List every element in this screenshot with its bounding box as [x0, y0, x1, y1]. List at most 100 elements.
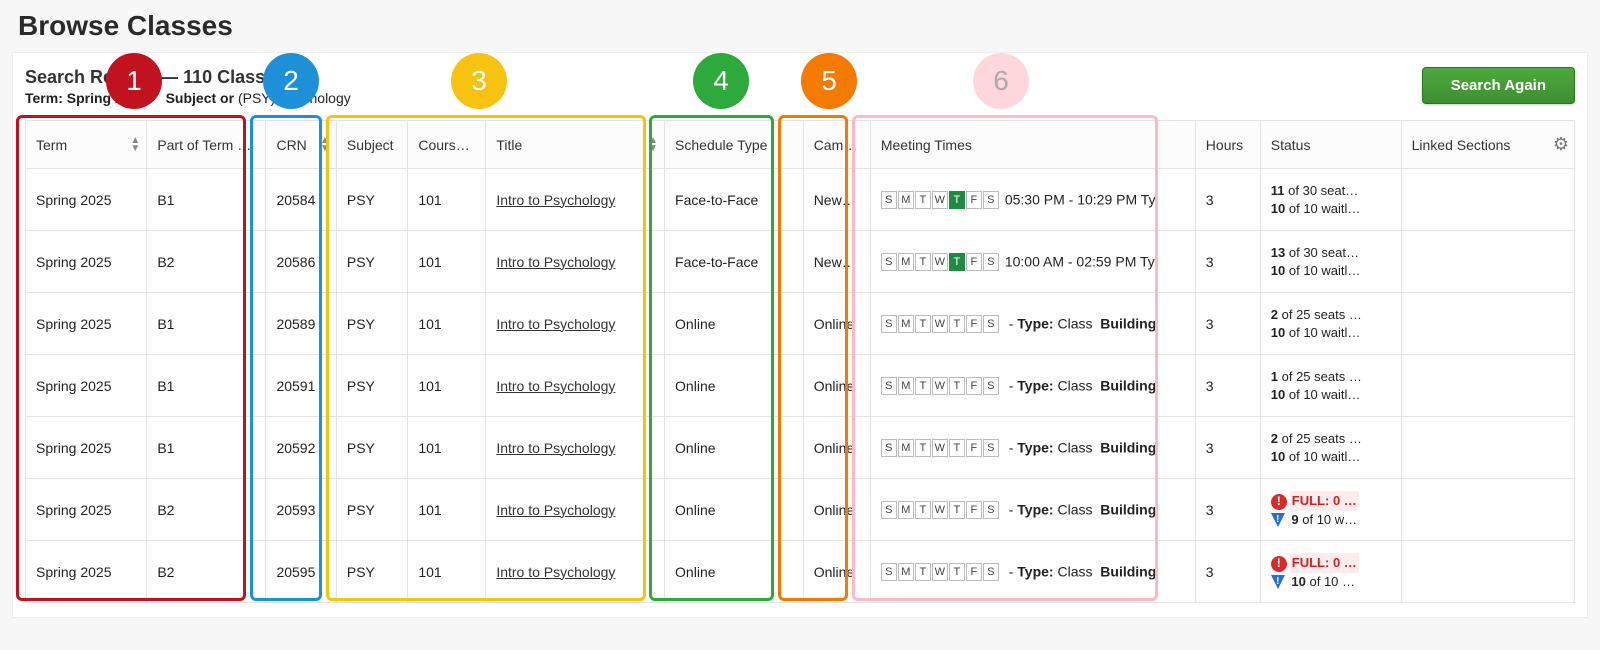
results-count: 110 Classes	[183, 67, 285, 87]
full-badge: FULL: 0 …	[1290, 491, 1359, 511]
table-row: Spring 2025B120589PSY101Intro to Psychol…	[26, 293, 1575, 355]
results-heading-prefix: Search Results —	[25, 67, 183, 87]
table-row: Spring 2025B120584PSY101Intro to Psychol…	[26, 169, 1575, 231]
title-link[interactable]: Intro to Psychology	[496, 378, 615, 394]
day-box: S	[983, 501, 999, 519]
search-again-button[interactable]: Search Again	[1422, 67, 1575, 104]
title-link[interactable]: Intro to Psychology	[496, 316, 615, 332]
day-box: S	[983, 439, 999, 457]
cell-campus: New…	[803, 231, 870, 293]
col-header-course-number[interactable]: Course N	[408, 121, 486, 169]
day-box: W	[932, 563, 948, 581]
col-header-campus[interactable]: Campus	[803, 121, 870, 169]
page-title: Browse Classes	[0, 0, 1600, 52]
day-box: F	[966, 377, 982, 395]
col-header-meeting-times[interactable]: Meeting Times	[870, 121, 1195, 169]
sort-icon: ▲▼	[130, 137, 140, 153]
cell-linked-sections	[1401, 417, 1574, 479]
title-link[interactable]: Intro to Psychology	[496, 192, 615, 208]
cell-status: 13 of 30 seat…10 of 10 waitl…	[1260, 231, 1401, 293]
col-header-schedule-type[interactable]: Schedule Type	[665, 121, 804, 169]
cell-term: Spring 2025	[26, 541, 147, 603]
waitlist-icon	[1271, 575, 1285, 589]
table-row: Spring 2025B120591PSY101Intro to Psychol…	[26, 355, 1575, 417]
day-box: M	[898, 563, 914, 581]
cell-schedule-type: Online	[665, 293, 804, 355]
day-box: T	[915, 253, 931, 271]
cell-meeting-times: SMTWTFS - Type: Class Building	[870, 417, 1195, 479]
title-link[interactable]: Intro to Psychology	[496, 254, 615, 270]
cell-part-of-term: B2	[147, 231, 266, 293]
day-box: T	[949, 501, 965, 519]
cell-crn: 20592	[266, 417, 336, 479]
cell-title: Intro to Psychology	[486, 479, 665, 541]
day-grid: SMTWTFS	[881, 191, 999, 209]
cell-linked-sections	[1401, 541, 1574, 603]
cell-course-number: 101	[408, 355, 486, 417]
cell-crn: 20586	[266, 231, 336, 293]
day-box: M	[898, 377, 914, 395]
alert-icon: !	[1271, 556, 1287, 572]
col-header-crn[interactable]: CRN▲▼	[266, 121, 336, 169]
title-link[interactable]: Intro to Psychology	[496, 502, 615, 518]
cell-crn: 20591	[266, 355, 336, 417]
day-box: T	[949, 315, 965, 333]
day-box: F	[966, 563, 982, 581]
table-header-row: Term▲▼ Part of Term (… CRN▲▼ Subject Cou…	[26, 121, 1575, 169]
col-header-part-of-term[interactable]: Part of Term (…	[147, 121, 266, 169]
cell-hours: 3	[1195, 293, 1260, 355]
cell-course-number: 101	[408, 541, 486, 603]
cell-meeting-times: SMTWTFS10:00 AM - 02:59 PM Ty	[870, 231, 1195, 293]
day-grid: SMTWTFS	[881, 501, 999, 519]
sort-icon: ▲▼	[648, 137, 658, 153]
col-header-hours[interactable]: Hours	[1195, 121, 1260, 169]
meeting-time-text: 05:30 PM - 10:29 PM Ty	[1005, 192, 1156, 208]
cell-crn: 20593	[266, 479, 336, 541]
day-box: T	[915, 563, 931, 581]
day-box: S	[881, 253, 897, 271]
day-box: S	[881, 439, 897, 457]
col-header-subject[interactable]: Subject	[336, 121, 407, 169]
day-box: M	[898, 439, 914, 457]
cell-schedule-type: Face-to-Face	[665, 169, 804, 231]
day-box: F	[966, 439, 982, 457]
day-box: T	[915, 315, 931, 333]
cell-course-number: 101	[408, 417, 486, 479]
col-header-status[interactable]: Status	[1260, 121, 1401, 169]
cell-subject: PSY	[336, 293, 407, 355]
cell-linked-sections	[1401, 169, 1574, 231]
term-value: Spring 2025	[67, 90, 146, 106]
col-header-title[interactable]: Title▲▼	[486, 121, 665, 169]
cell-hours: 3	[1195, 541, 1260, 603]
cell-term: Spring 2025	[26, 355, 147, 417]
cell-hours: 3	[1195, 231, 1260, 293]
cell-part-of-term: B2	[147, 541, 266, 603]
cell-linked-sections	[1401, 479, 1574, 541]
title-link[interactable]: Intro to Psychology	[496, 564, 615, 580]
cell-meeting-times: SMTWTFS - Type: Class Building	[870, 541, 1195, 603]
day-box: M	[898, 315, 914, 333]
cell-course-number: 101	[408, 293, 486, 355]
cell-course-number: 101	[408, 479, 486, 541]
title-link[interactable]: Intro to Psychology	[496, 440, 615, 456]
day-box: S	[983, 253, 999, 271]
gear-icon[interactable]: ⚙	[1549, 120, 1573, 168]
cell-title: Intro to Psychology	[486, 355, 665, 417]
cell-part-of-term: B1	[147, 417, 266, 479]
cell-subject: PSY	[336, 541, 407, 603]
cell-meeting-times: SMTWTFS - Type: Class Building	[870, 293, 1195, 355]
cell-subject: PSY	[336, 479, 407, 541]
day-box: F	[966, 253, 982, 271]
day-box: S	[881, 501, 897, 519]
cell-term: Spring 2025	[26, 169, 147, 231]
cell-title: Intro to Psychology	[486, 169, 665, 231]
table-row: Spring 2025B220595PSY101Intro to Psychol…	[26, 541, 1575, 603]
cell-hours: 3	[1195, 169, 1260, 231]
day-box: T	[949, 439, 965, 457]
cell-status: !FULL: 0 … 10 of 10 …	[1260, 541, 1401, 603]
meeting-time-text: - Type: Class Building	[1005, 316, 1156, 332]
cell-title: Intro to Psychology	[486, 417, 665, 479]
cell-term: Spring 2025	[26, 479, 147, 541]
day-box: W	[932, 377, 948, 395]
col-header-term[interactable]: Term▲▼	[26, 121, 147, 169]
